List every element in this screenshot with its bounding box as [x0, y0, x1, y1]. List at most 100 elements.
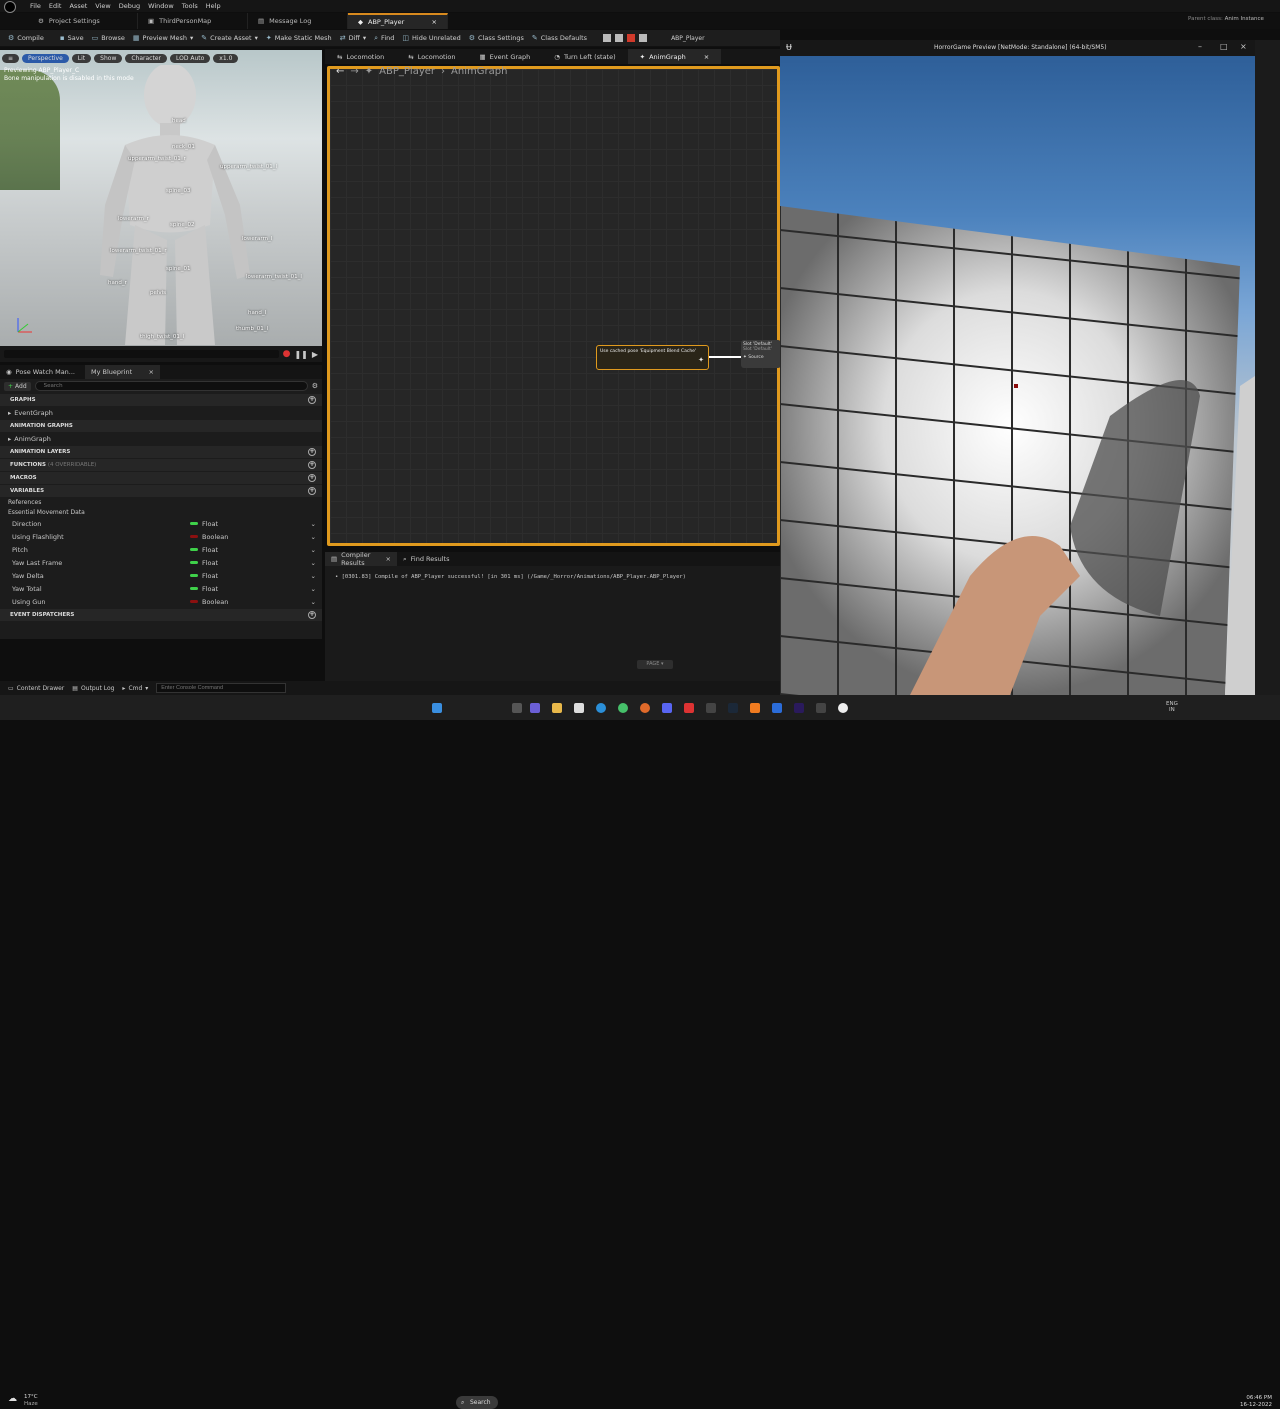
save-button[interactable]: ▪ Save	[60, 34, 84, 42]
firefox-icon[interactable]	[640, 703, 650, 713]
variable-row[interactable]: Yaw Total Float ⌄	[0, 582, 322, 595]
tab-project-settings[interactable]: ⚙ Project Settings	[28, 13, 138, 29]
variable-type[interactable]: Boolean	[190, 533, 228, 541]
create-asset-button[interactable]: ✎ Create Asset ▾	[201, 34, 258, 42]
tab-animgraph[interactable]: ✦ AnimGraph ×	[627, 49, 722, 64]
tab-locomotion[interactable]: ⇆ Locomotion	[325, 49, 396, 64]
character-button[interactable]: Character	[125, 54, 167, 63]
taskbar-search[interactable]: ⌕ Search	[456, 1396, 498, 1409]
variable-row[interactable]: Yaw Last Frame Float ⌄	[0, 556, 322, 569]
section-animation-layers[interactable]: ANIMATION LAYERS +	[0, 446, 322, 458]
tab-message-log[interactable]: ▤ Message Log	[248, 13, 348, 29]
weather-widget[interactable]: ☁ 17°C Haze	[8, 1394, 38, 1408]
list-item-animgraph[interactable]: ▸ AnimGraph	[0, 432, 322, 445]
var-group-references[interactable]: References	[0, 497, 322, 507]
tab-event-graph[interactable]: ▦ Event Graph	[468, 49, 543, 64]
class-defaults-button[interactable]: ✎ Class Defaults	[532, 34, 587, 42]
task-view-icon[interactable]	[512, 703, 522, 713]
tab-find-results[interactable]: ⌕ Find Results	[397, 552, 469, 566]
section-macros[interactable]: MACROS +	[0, 472, 322, 484]
make-static-mesh-button[interactable]: ✦ Make Static Mesh	[266, 34, 332, 42]
app-icon[interactable]	[816, 703, 826, 713]
menu-help[interactable]: Help	[206, 2, 221, 10]
timeline-scrubber[interactable]	[4, 350, 279, 358]
var-group-movement[interactable]: Essential Movement Data	[0, 507, 322, 517]
pose-pin-icon[interactable]: ✦	[743, 355, 747, 360]
section-animation-graphs[interactable]: ANIMATION GRAPHS	[0, 420, 322, 432]
steam-icon[interactable]	[728, 703, 738, 713]
chevron-down-icon[interactable]: ⌄	[311, 572, 316, 580]
epic-games-icon[interactable]	[706, 703, 716, 713]
variable-row[interactable]: Yaw Delta Float ⌄	[0, 569, 322, 582]
content-drawer-button[interactable]: ▭ Content Drawer	[8, 685, 64, 692]
parent-class-value[interactable]: Anim Instance	[1225, 16, 1264, 22]
chevron-down-icon[interactable]: ⌄	[311, 598, 316, 606]
chevron-down-icon[interactable]: ⌄	[311, 546, 316, 554]
tab-my-blueprint[interactable]: My Blueprint ×	[85, 365, 160, 379]
preview-mesh-button[interactable]: ▦ Preview Mesh ▾	[133, 34, 193, 42]
variable-type[interactable]: Boolean	[190, 598, 228, 606]
language-indicator[interactable]: ENG IN	[1166, 701, 1178, 713]
section-graphs[interactable]: GRAPHS +	[0, 394, 322, 406]
show-button[interactable]: Show	[94, 54, 123, 63]
section-event-dispatchers[interactable]: EVENT DISPATCHERS +	[0, 609, 322, 621]
add-macro-icon[interactable]: +	[308, 474, 316, 482]
add-dispatcher-icon[interactable]: +	[308, 611, 316, 619]
chevron-down-icon[interactable]: ⌄	[311, 585, 316, 593]
eject-icon[interactable]	[639, 34, 648, 42]
variable-row[interactable]: Direction Float ⌄	[0, 517, 322, 530]
minimize-icon[interactable]: –	[1198, 42, 1202, 51]
search-input[interactable]	[34, 381, 308, 391]
viewport-menu-button[interactable]: ≡	[2, 54, 20, 63]
file-explorer-icon[interactable]	[552, 703, 562, 713]
menu-tools[interactable]: Tools	[182, 2, 198, 10]
find-button[interactable]: ⌕ Find	[374, 34, 394, 43]
record-icon[interactable]: ●	[283, 349, 291, 359]
debug-object-selector[interactable]: ABP_Player	[671, 35, 705, 42]
add-layer-icon[interactable]: +	[308, 448, 316, 456]
chrome-icon[interactable]	[618, 703, 628, 713]
variable-type[interactable]: Float	[190, 520, 218, 528]
play-speed-button[interactable]: x1.0	[213, 54, 239, 63]
close-icon[interactable]: ×	[1240, 42, 1247, 51]
breadcrumb-root[interactable]: ABP_Player	[379, 66, 435, 77]
compiler-message[interactable]: • [0301.83] Compile of ABP_Player succes…	[335, 574, 686, 580]
menu-view[interactable]: View	[95, 2, 110, 10]
step-icon[interactable]	[615, 34, 624, 42]
windows-start-icon[interactable]	[432, 703, 442, 713]
stop-icon[interactable]	[627, 34, 636, 42]
menu-window[interactable]: Window	[148, 2, 174, 10]
discord-icon[interactable]	[662, 703, 672, 713]
tab-thirdpersonmap[interactable]: ▣ ThirdPersonMap	[138, 13, 248, 29]
store-icon[interactable]	[574, 703, 584, 713]
add-graph-icon[interactable]: +	[308, 396, 316, 404]
premiere-icon[interactable]	[794, 703, 804, 713]
blender-icon[interactable]	[750, 703, 760, 713]
close-icon[interactable]: ×	[704, 53, 709, 61]
tab-turn-left[interactable]: ◔ Turn Left (state)	[542, 49, 627, 64]
pause-icon[interactable]	[603, 34, 612, 42]
compile-button[interactable]: ⚙ Compile	[8, 34, 44, 42]
output-log-button[interactable]: ▤ Output Log	[72, 685, 114, 692]
variable-row[interactable]: Pitch Float ⌄	[0, 543, 322, 556]
section-functions[interactable]: FUNCTIONS (4 OVERRIDABLE) +	[0, 459, 322, 471]
edge-icon[interactable]	[596, 703, 606, 713]
cmd-button[interactable]: ▸ Cmd ▾	[122, 685, 148, 692]
tab-pose-watch[interactable]: ◉ Pose Watch Man...	[0, 365, 85, 379]
close-icon[interactable]: ×	[432, 18, 437, 26]
diff-button[interactable]: ⇄ Diff ▾	[340, 34, 366, 42]
pause-icon[interactable]: ❚❚	[294, 350, 307, 359]
back-arrow-icon[interactable]: ←	[336, 66, 344, 77]
console-input[interactable]	[156, 683, 287, 693]
class-settings-button[interactable]: ⚙ Class Settings	[469, 34, 524, 42]
variable-type[interactable]: Float	[190, 585, 218, 593]
page-button[interactable]: PAGE ▾	[637, 660, 673, 669]
chevron-down-icon[interactable]: ⌄	[311, 533, 316, 541]
tab-abp-player[interactable]: ◆ ABP_Player ×	[348, 13, 448, 29]
add-variable-icon[interactable]: +	[308, 487, 316, 495]
hide-unrelated-button[interactable]: ◫ Hide Unrelated	[402, 34, 460, 42]
menu-file[interactable]: File	[30, 2, 41, 10]
app-icon[interactable]	[684, 703, 694, 713]
list-item-eventgraph[interactable]: ▸ EventGraph	[0, 406, 322, 419]
unreal-engine-icon[interactable]	[838, 703, 848, 713]
